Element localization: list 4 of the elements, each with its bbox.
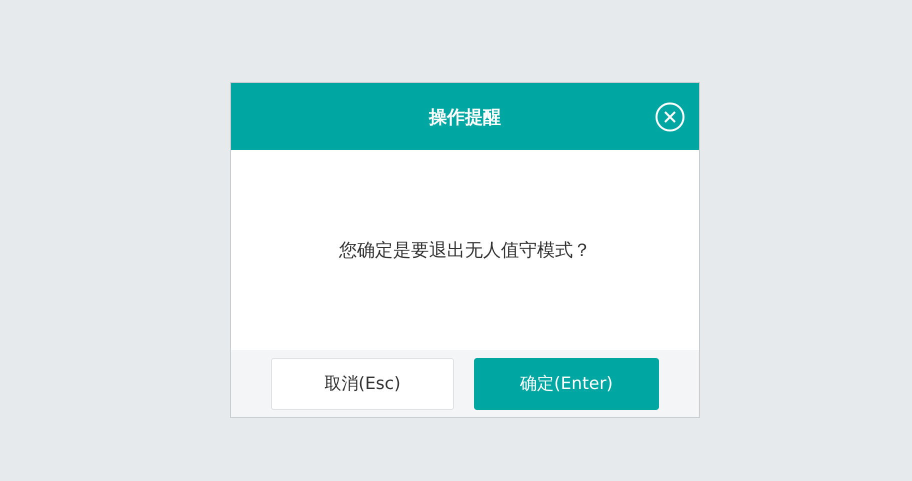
dialog-title: 操作提醒 (429, 106, 501, 128)
close-icon[interactable] (655, 102, 685, 132)
dialog-message: 您确定是要退出无人值守模式？ (339, 239, 591, 262)
cancel-button[interactable]: 取消(Esc) (271, 358, 454, 410)
